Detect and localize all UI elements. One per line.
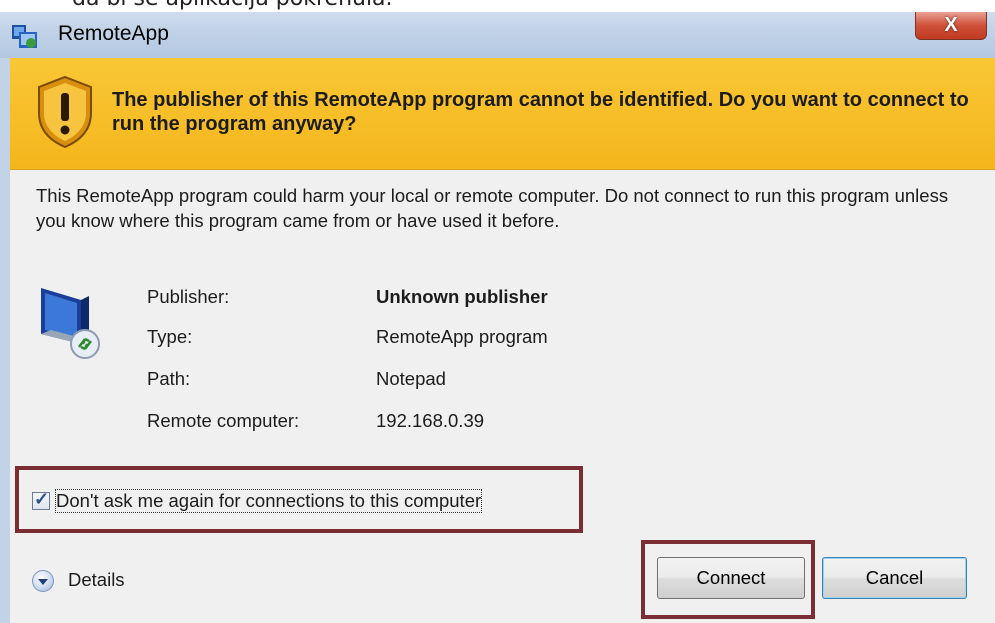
path-label: Path: — [147, 368, 191, 389]
remote-computer-label: Remote computer: — [147, 410, 300, 431]
close-button[interactable]: X — [915, 12, 987, 40]
connect-button[interactable]: Connect — [657, 557, 805, 599]
dont-ask-again-label[interactable]: Don't ask me again for connections to th… — [54, 489, 483, 513]
remote-computer-icon — [41, 288, 100, 359]
dont-ask-again-checkbox[interactable]: ✓ — [32, 489, 50, 510]
title-bar[interactable]: RemoteApp X — [0, 12, 995, 58]
type-value: RemoteApp program — [376, 326, 548, 347]
warning-banner: The publisher of this RemoteApp program … — [10, 58, 995, 170]
window-title: RemoteApp — [58, 22, 169, 45]
chevron-down-icon[interactable] — [32, 570, 54, 592]
details-label[interactable]: Details — [68, 569, 125, 591]
publisher-value: Unknown publisher — [376, 286, 548, 307]
warning-description: This RemoteApp program could harm your l… — [36, 185, 949, 231]
type-label: Type: — [147, 326, 193, 347]
remote-computer-value: 192.168.0.39 — [376, 410, 485, 431]
checkmark-icon: ✓ — [34, 489, 50, 509]
dialog-body: The publisher of this RemoteApp program … — [0, 58, 995, 623]
document-text-fragment: da bi se aplikacija pokrenula. — [72, 0, 393, 11]
type-row: Type: RemoteApp program — [147, 326, 548, 348]
publisher-row: Publisher: Unknown publisher — [147, 286, 548, 308]
shield-warning-icon — [38, 75, 92, 149]
path-value: Notepad — [376, 368, 446, 389]
remoteapp-icon — [12, 25, 37, 48]
remote-computer-row: Remote computer: 192.168.0.39 — [147, 410, 484, 432]
remoteapp-dialog: RemoteApp X The publisher of this Remote… — [0, 12, 995, 623]
path-row: Path: Notepad — [147, 368, 446, 390]
banner-message: The publisher of this RemoteApp program … — [112, 89, 969, 135]
publisher-label: Publisher: — [147, 286, 230, 307]
cancel-button[interactable]: Cancel — [822, 557, 967, 599]
